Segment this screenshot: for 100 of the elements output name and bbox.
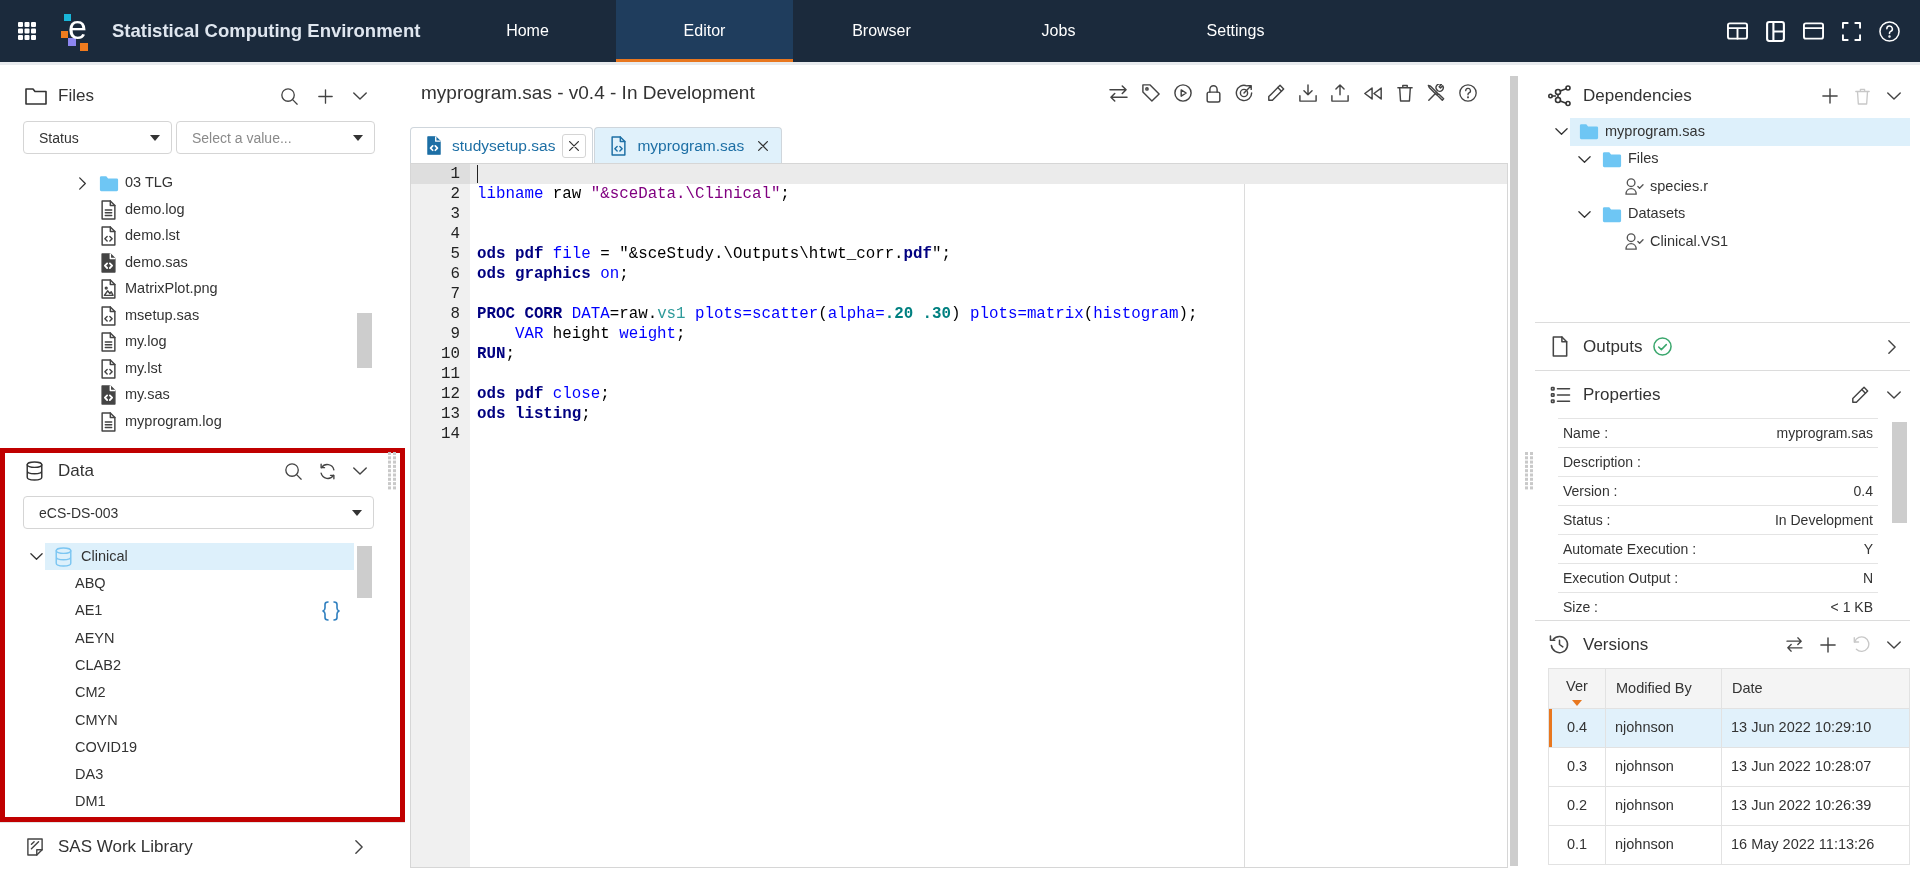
drag-handle-icon[interactable] bbox=[388, 452, 396, 490]
play-circle-icon[interactable] bbox=[1174, 84, 1192, 102]
table-row[interactable]: 0.4 njohnson 13 Jun 2022 10:29:10 bbox=[1548, 708, 1910, 748]
user-check-icon bbox=[1625, 178, 1644, 196]
file-tab[interactable]: studysetup.sas bbox=[410, 127, 594, 163]
tree-item[interactable]: MatrixPlot.png bbox=[99, 276, 353, 303]
layout-panels-icon[interactable] bbox=[1766, 20, 1785, 42]
app-grid-icon[interactable] bbox=[18, 22, 36, 40]
tree-item[interactable]: my.sas bbox=[99, 382, 353, 409]
chevron-down-icon[interactable] bbox=[1887, 92, 1901, 100]
chevron-down-icon[interactable] bbox=[1578, 155, 1591, 163]
help-icon[interactable] bbox=[1459, 84, 1477, 102]
tree-item[interactable]: demo.log bbox=[99, 196, 353, 223]
tree-item[interactable]: myprogram.log bbox=[99, 408, 353, 435]
upload-icon[interactable] bbox=[1331, 84, 1349, 102]
chevron-down-icon[interactable] bbox=[1578, 210, 1591, 218]
chevron-down-icon[interactable] bbox=[353, 467, 367, 475]
tree-item[interactable]: CLAB2 bbox=[45, 652, 354, 680]
chevron-right-icon[interactable] bbox=[1888, 339, 1896, 354]
search-icon[interactable] bbox=[285, 462, 302, 480]
chevron-down-icon[interactable] bbox=[353, 92, 367, 100]
nav-tab[interactable]: Settings bbox=[1147, 0, 1324, 62]
scrollbar-thumb[interactable] bbox=[357, 313, 372, 368]
window-icon[interactable] bbox=[1803, 22, 1824, 40]
caret-down-icon[interactable] bbox=[352, 510, 362, 516]
tree-item[interactable]: Datasets bbox=[1593, 200, 1910, 228]
table-row[interactable]: 0.3 njohnson 13 Jun 2022 10:28:07 bbox=[1548, 747, 1910, 787]
nav-tab[interactable]: Home bbox=[439, 0, 616, 62]
table-row[interactable]: 0.2 njohnson 13 Jun 2022 10:26:39 bbox=[1548, 786, 1910, 826]
caret-down-icon[interactable] bbox=[353, 135, 363, 141]
tree-item[interactable]: demo.sas bbox=[99, 249, 353, 276]
chevron-down-icon[interactable] bbox=[30, 553, 43, 561]
dropdown-field[interactable]: Status bbox=[23, 121, 172, 154]
property-value: < 1 KB bbox=[1830, 597, 1873, 617]
folder-icon bbox=[1602, 150, 1622, 168]
tools-icon[interactable] bbox=[1427, 84, 1445, 102]
tree-item[interactable]: demo.lst bbox=[99, 223, 353, 250]
chevron-down-icon[interactable] bbox=[1887, 640, 1901, 649]
add-icon[interactable] bbox=[318, 88, 333, 104]
table-cell: njohnson bbox=[1605, 708, 1722, 748]
tag-icon[interactable] bbox=[1142, 84, 1160, 102]
tree-item[interactable]: Files bbox=[1593, 145, 1910, 173]
tree-item[interactable]: 03 TLG bbox=[99, 170, 353, 197]
target-arrow-icon[interactable] bbox=[1235, 84, 1253, 102]
chevron-down-icon[interactable] bbox=[1887, 390, 1901, 399]
close-tab-button[interactable] bbox=[562, 133, 587, 158]
search-icon[interactable] bbox=[281, 87, 298, 105]
fullscreen-icon[interactable] bbox=[1842, 21, 1861, 41]
tree-item[interactable]: AEYN bbox=[45, 624, 354, 653]
dropdown-field[interactable]: eCS-DS-003 bbox=[23, 496, 374, 529]
nav-tab[interactable]: Jobs bbox=[970, 0, 1147, 62]
scrollbar-thumb[interactable] bbox=[1892, 422, 1907, 523]
chevron-down-icon[interactable] bbox=[1555, 128, 1568, 136]
tree-item[interactable]: Clinical bbox=[45, 543, 354, 571]
add-icon[interactable] bbox=[1822, 88, 1838, 104]
tree-item[interactable]: myprogram.sas bbox=[1570, 118, 1910, 146]
nav-tab[interactable]: Browser bbox=[793, 0, 970, 62]
property-value: N bbox=[1862, 568, 1873, 588]
column-header[interactable]: Date bbox=[1721, 668, 1910, 709]
column-header[interactable]: Modified By bbox=[1605, 668, 1722, 709]
caret-down-icon[interactable] bbox=[150, 135, 160, 141]
braces-icon[interactable] bbox=[322, 601, 340, 622]
layout-split-icon[interactable] bbox=[1727, 22, 1748, 40]
pencil-icon[interactable] bbox=[1851, 385, 1869, 404]
tree-item[interactable]: Clinical.VS1 bbox=[1616, 228, 1910, 256]
tree-item[interactable]: AE1 bbox=[45, 597, 354, 625]
download-icon[interactable] bbox=[1299, 84, 1317, 102]
table-cell: 0.3 bbox=[1548, 747, 1606, 787]
tree-item[interactable]: species.r bbox=[1616, 173, 1910, 201]
tree-item[interactable]: my.log bbox=[99, 329, 353, 356]
nav-tab[interactable]: Editor bbox=[616, 0, 793, 62]
swap-arrows-icon[interactable] bbox=[1786, 637, 1803, 652]
chevron-right-icon[interactable] bbox=[79, 176, 86, 190]
refresh-icon[interactable] bbox=[319, 462, 336, 480]
pencil-icon[interactable] bbox=[1267, 84, 1285, 102]
add-icon[interactable] bbox=[1820, 636, 1836, 653]
drag-handle-icon[interactable] bbox=[1525, 452, 1533, 490]
tree-item[interactable]: my.lst bbox=[99, 355, 353, 382]
panel-title: Data bbox=[58, 460, 94, 483]
app-logo[interactable]: e bbox=[60, 9, 89, 53]
file-tab[interactable]: myprogram.sas bbox=[594, 127, 783, 163]
tree-item[interactable]: CM2 bbox=[45, 679, 354, 707]
swap-arrows-icon[interactable] bbox=[1109, 84, 1128, 102]
lock-icon[interactable] bbox=[1206, 83, 1221, 103]
tree-item[interactable]: CMYN bbox=[45, 706, 354, 735]
tree-item[interactable]: msetup.sas bbox=[99, 302, 353, 329]
column-header[interactable]: Ver bbox=[1548, 668, 1606, 709]
rewind-icon[interactable] bbox=[1363, 86, 1383, 100]
tree-item[interactable]: DA3 bbox=[45, 761, 354, 789]
tree-item[interactable]: COVID19 bbox=[45, 734, 354, 762]
dropdown-field[interactable]: Select a value... bbox=[176, 121, 375, 154]
trash-icon[interactable] bbox=[1397, 84, 1413, 102]
line-number: 6 bbox=[449, 264, 461, 284]
tree-item[interactable]: DM1 bbox=[45, 788, 354, 816]
scrollbar-thumb[interactable] bbox=[1510, 76, 1518, 866]
network-icon bbox=[1547, 85, 1572, 107]
scrollbar-thumb[interactable] bbox=[357, 546, 372, 598]
tree-item[interactable]: ABQ bbox=[45, 570, 354, 598]
chevron-right-icon[interactable] bbox=[355, 839, 363, 854]
table-row[interactable]: 0.1 njohnson 16 May 2022 11:13:26 bbox=[1548, 825, 1910, 865]
